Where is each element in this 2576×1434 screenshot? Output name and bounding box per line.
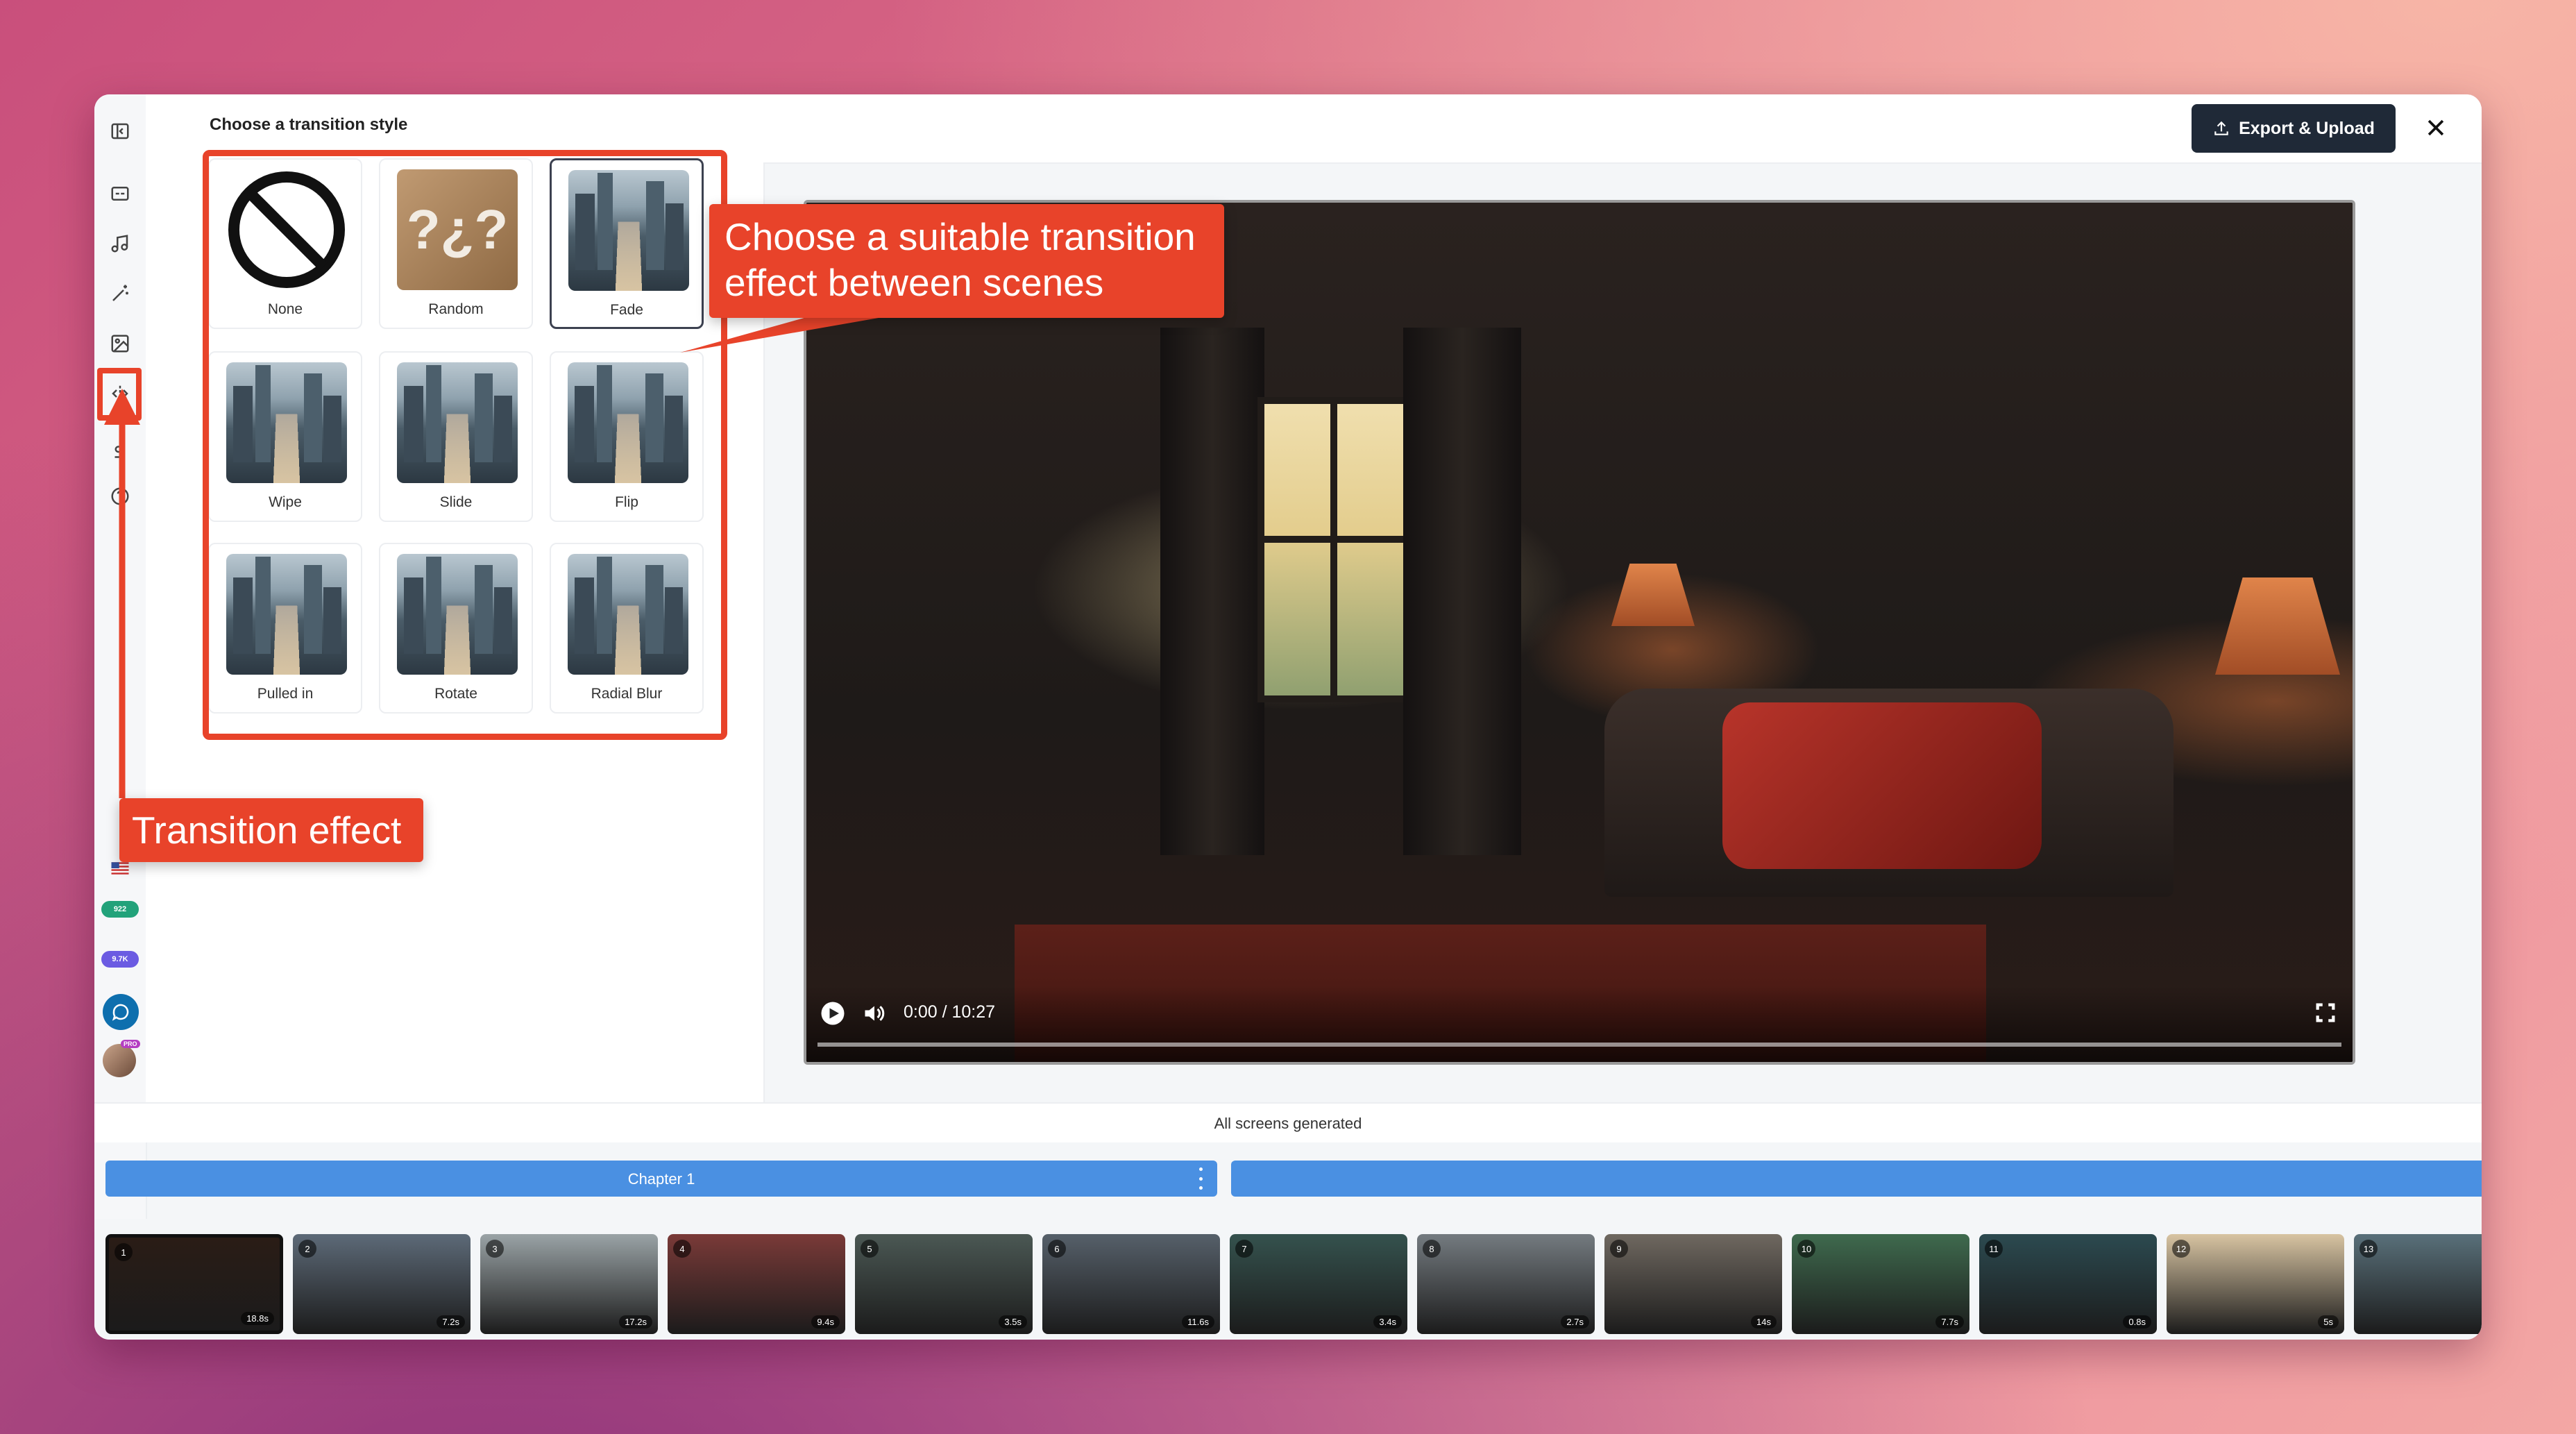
image-settings-icon[interactable] [107, 330, 133, 357]
top-bar: Export & Upload [763, 94, 2482, 164]
timeline-clip[interactable]: 10 7.7s [1792, 1234, 1969, 1334]
playback-time: 0:00 / 10:27 [904, 1002, 996, 1022]
scene-transition-callout: Choose a suitable transition effect betw… [709, 204, 1224, 318]
clip-number: 5 [861, 1240, 879, 1258]
timeline-clip[interactable]: 2 7.2s [293, 1234, 471, 1334]
magic-wand-icon[interactable] [107, 280, 133, 307]
help-icon[interactable] [107, 483, 133, 509]
clip-duration: 18.8s [241, 1312, 274, 1325]
subtitles-icon[interactable] [107, 180, 133, 207]
video-player[interactable]: 0:00 / 10:27 [804, 200, 2355, 1065]
more-vertical-icon[interactable] [1196, 1167, 1205, 1190]
transition-effect-callout: Transition effect [119, 798, 423, 862]
app-window: 922 9.7K PRO Choose a transition style N… [94, 94, 2482, 1340]
volume-icon [865, 1006, 885, 1021]
timeline-clip[interactable]: 11 0.8s [1979, 1234, 2157, 1334]
chapter-1-bar[interactable]: Chapter 1 [105, 1161, 1217, 1197]
status-bar: All screens generated [94, 1102, 2482, 1142]
timeline-clip[interactable]: 5 3.5s [855, 1234, 1033, 1334]
clip-duration: 3.5s [999, 1315, 1027, 1328]
transition-grid-highlight [203, 150, 727, 740]
timeline-clip[interactable]: 1 18.8s [105, 1234, 283, 1334]
collapse-sidebar-icon[interactable] [107, 118, 133, 144]
play-button[interactable] [820, 1001, 845, 1026]
music-icon[interactable] [107, 230, 133, 257]
clip-duration: 2.7s [1561, 1315, 1589, 1328]
clip-number: 8 [1423, 1240, 1441, 1258]
clip-duration: 0.8s [2123, 1315, 2151, 1328]
clip-duration: 5s [2318, 1315, 2339, 1328]
fullscreen-icon [2316, 1003, 2335, 1022]
volume-button[interactable] [862, 1001, 887, 1026]
timeline-clip[interactable]: 9 14s [1604, 1234, 1782, 1334]
chat-icon[interactable] [103, 994, 139, 1030]
clip-number: 13 [2359, 1240, 2378, 1258]
clip-number: 3 [486, 1240, 504, 1258]
avatar[interactable]: PRO [103, 1040, 140, 1077]
clip-duration: 9.4s [811, 1315, 840, 1328]
transition-icon[interactable] [107, 380, 133, 407]
upload-icon [2214, 121, 2228, 135]
clip-duration: 14s [1751, 1315, 1777, 1328]
clip-duration: 7.7s [1935, 1315, 1964, 1328]
clip-number: 2 [298, 1240, 316, 1258]
clip-number: 6 [1048, 1240, 1066, 1258]
fullscreen-button[interactable] [2314, 1001, 2337, 1024]
clip-number: 4 [673, 1240, 691, 1258]
dollar-icon[interactable] [107, 439, 133, 465]
clip-duration: 7.2s [437, 1315, 465, 1328]
transition-panel: Choose a transition style None ?¿? Rando… [146, 94, 765, 1102]
clip-duration: 11.6s [1182, 1315, 1214, 1328]
clip-duration: 3.4s [1373, 1315, 1402, 1328]
play-icon [821, 1002, 845, 1025]
clip-number: 1 [115, 1243, 133, 1261]
timeline-clip[interactable]: 8 2.7s [1417, 1234, 1595, 1334]
pro-badge: PRO [121, 1040, 140, 1048]
tokens-badge[interactable]: 9.7K [101, 951, 139, 968]
timeline-strip: 1 18.8s 2 7.2s 3 17.2s 4 9.4s 5 3.5s 6 11.6s 7 3.4s 8 2… [94, 1219, 2482, 1340]
close-button[interactable] [2415, 107, 2457, 149]
timeline-clip[interactable]: 12 5s [2167, 1234, 2344, 1334]
timeline-clip[interactable]: 6 11.6s [1042, 1234, 1220, 1334]
video-controls: 0:00 / 10:27 [806, 986, 2353, 1062]
timeline-clip[interactable]: 4 9.4s [668, 1234, 845, 1334]
clip-number: 11 [1985, 1240, 2003, 1258]
panel-title: Choose a transition style [210, 115, 408, 134]
clip-number: 7 [1235, 1240, 1253, 1258]
progress-bar[interactable] [817, 1043, 2341, 1047]
video-frame [806, 203, 2353, 1062]
clip-number: 12 [2172, 1240, 2190, 1258]
clip-number: 9 [1610, 1240, 1628, 1258]
chapter-2-bar[interactable] [1231, 1161, 2482, 1197]
clip-number: 10 [1797, 1240, 1815, 1258]
export-upload-label: Export & Upload [2239, 118, 2375, 138]
status-text: All screens generated [1214, 1115, 1362, 1132]
clip-duration: 17.2s [619, 1315, 652, 1328]
timeline-clip[interactable]: 13 [2354, 1234, 2482, 1334]
chapter-label: Chapter 1 [627, 1170, 695, 1188]
timeline-clip[interactable]: 3 17.2s [480, 1234, 658, 1334]
close-icon [2427, 119, 2444, 136]
export-upload-button[interactable]: Export & Upload [2192, 104, 2396, 153]
timeline-clip[interactable]: 7 3.4s [1230, 1234, 1407, 1334]
credits-badge[interactable]: 922 [101, 901, 139, 918]
icon-rail: 922 9.7K PRO [94, 94, 147, 1340]
